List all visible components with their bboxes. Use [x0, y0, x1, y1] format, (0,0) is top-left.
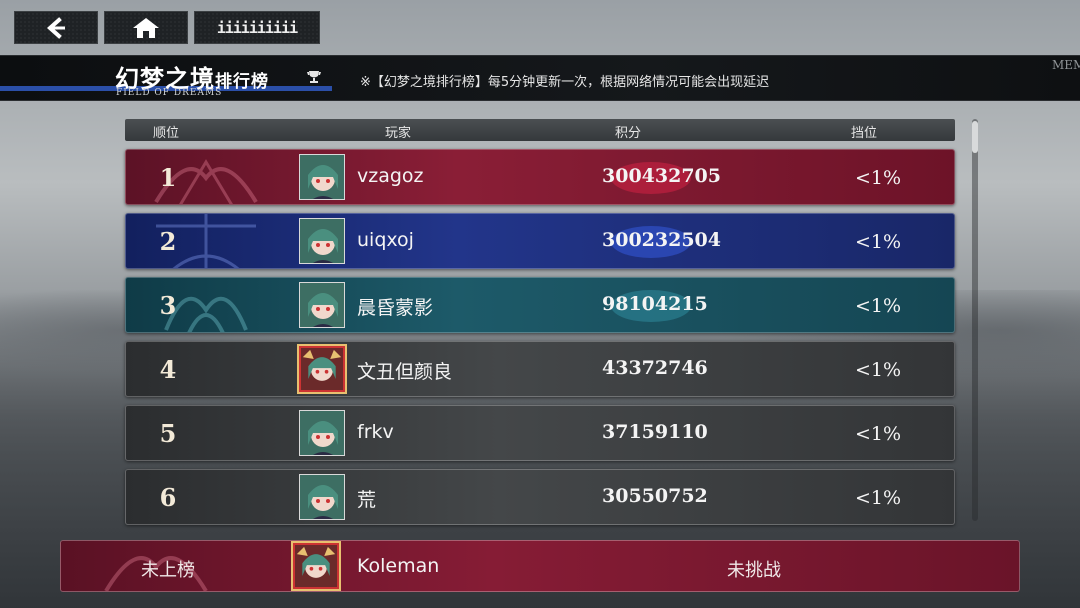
score-value: 30550752: [602, 485, 708, 507]
score-value: 37159110: [602, 421, 708, 443]
my-challenge-status: 未挑战: [727, 560, 781, 581]
player-name: 荒: [357, 489, 377, 511]
title-english: FIELD OF DREAMS: [116, 88, 223, 98]
player-name: vzagoz: [357, 165, 424, 187]
rank-number: 5: [159, 419, 177, 448]
tier-value: <1%: [855, 295, 902, 317]
rank-number: 3: [159, 291, 177, 320]
title-sub-text: 排行榜: [215, 72, 269, 92]
my-player-name: Koleman: [357, 555, 440, 577]
column-tier: 挡位: [851, 126, 878, 141]
avatar[interactable]: [299, 474, 345, 520]
score-value: 98104215: [602, 293, 708, 315]
scrollbar-thumb[interactable]: [972, 121, 978, 153]
score-value: 300432705: [602, 165, 721, 187]
tier-value: <1%: [855, 487, 902, 509]
leaderboard-row[interactable]: 6 荒 30550752 <1%: [125, 469, 955, 525]
rank-number: 2: [159, 227, 177, 256]
player-name: 晨昏蒙影: [357, 297, 434, 319]
leaderboard-row[interactable]: 1 vzagoz 300432705 <1%: [125, 149, 955, 205]
title-bar: 幻梦之境排行榜 FIELD OF DREAMS ※【幻梦之境排行榜】每5分钟更新…: [0, 55, 1080, 101]
score-value: 300232504: [602, 229, 721, 251]
avatar[interactable]: [299, 410, 345, 456]
top-navigation: iiiiiiiiii: [14, 11, 320, 44]
player-name: uiqxoj: [357, 229, 414, 251]
tier-value: <1%: [855, 423, 902, 445]
home-button[interactable]: [104, 11, 188, 44]
character-avatar-icon: [300, 283, 344, 327]
character-avatar-icon: [300, 411, 344, 455]
player-name: 文丑但颜良: [357, 361, 453, 383]
back-arrow-icon: [46, 16, 65, 39]
column-rank: 顺位: [153, 126, 180, 141]
avatar[interactable]: [299, 282, 345, 328]
avatar[interactable]: [299, 154, 345, 200]
avatar[interactable]: [299, 218, 345, 264]
home-icon: [133, 17, 159, 38]
update-notice: ※【幻梦之境排行榜】每5分钟更新一次，根据网络情况可能会出现延迟: [360, 75, 770, 90]
character-avatar-icon: [295, 545, 337, 587]
trophy-icon: [307, 71, 321, 83]
tier-value: <1%: [855, 231, 902, 253]
player-name: frkv: [357, 421, 394, 443]
leaderboard-row[interactable]: 3 晨昏蒙影 98104215 <1%: [125, 277, 955, 333]
rank-number: 1: [159, 163, 177, 192]
avatar[interactable]: [299, 346, 345, 392]
score-value: 43372746: [602, 357, 708, 379]
column-player: 玩家: [385, 126, 412, 141]
menu-button[interactable]: iiiiiiiiii: [194, 11, 320, 44]
character-avatar-icon: [300, 475, 344, 519]
tier-value: <1%: [855, 359, 902, 381]
rank-number: 4: [159, 355, 177, 384]
side-decoration-text: MEMORY OF THE DEEP: [1052, 58, 1080, 72]
my-rank-status: 未上榜: [141, 560, 195, 581]
leaderboard-row[interactable]: 2 uiqxoj 300232504 <1%: [125, 213, 955, 269]
tier-value: <1%: [855, 167, 902, 189]
leaderboard-header: 顺位 玩家 积分 挡位: [125, 119, 955, 141]
rank-number: 6: [159, 483, 177, 512]
my-ranking-row: 未上榜 Koleman 未挑战: [60, 540, 1020, 592]
character-avatar-icon: [300, 219, 344, 263]
back-button[interactable]: [14, 11, 98, 44]
leaderboard-row[interactable]: 4 文丑但颜良 43372746 <1%: [125, 341, 955, 397]
column-score: 积分: [615, 126, 642, 141]
menu-label: iiiiiiiiii: [216, 18, 298, 37]
character-avatar-icon: [301, 348, 343, 390]
character-avatar-icon: [300, 155, 344, 199]
leaderboard-scrollbar[interactable]: [972, 119, 978, 521]
leaderboard-row[interactable]: 5 frkv 37159110 <1%: [125, 405, 955, 461]
my-avatar[interactable]: [293, 543, 339, 589]
